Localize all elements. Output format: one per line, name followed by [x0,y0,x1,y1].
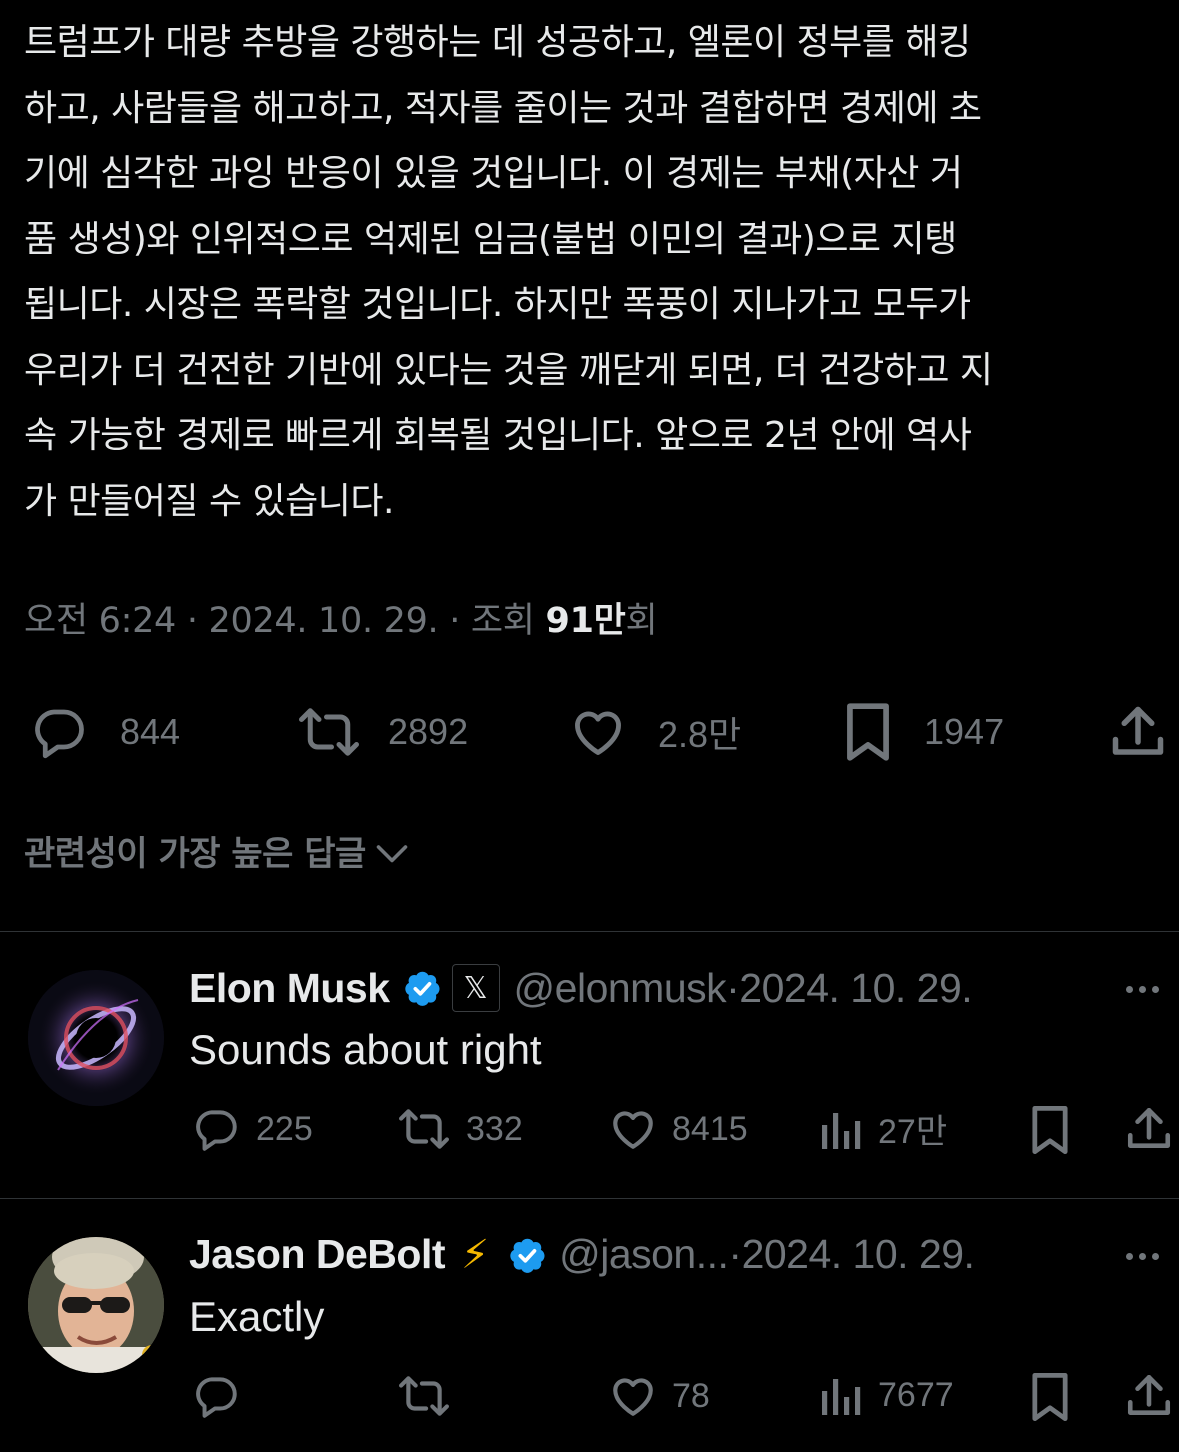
share-icon [1127,1107,1171,1148]
heart-icon [575,711,621,755]
tweet-text: 트럼프가 대량 추방을 강행하는 데 성공하고, 엘론이 정부를 해킹 하고, … [24,22,993,522]
author-name[interactable]: Elon Musk [189,965,390,1012]
bookmark-icon [1032,1372,1068,1422]
reply-count: 844 [120,711,181,752]
avatar[interactable] [28,1237,164,1373]
meta-separator: · [176,601,209,641]
share-button[interactable] [1108,700,1168,764]
views-chart-icon [822,1112,861,1149]
reply-count: 225 [256,1109,313,1148]
like-button[interactable]: 8415 [608,1104,748,1154]
retweet-icon [299,708,359,756]
tweet-meta: 오전 6:24 · 2024. 10. 29. · 조회 91만회 [24,596,658,646]
views-suffix: 회 [625,601,658,641]
views-button[interactable]: 7677 [820,1371,954,1419]
lightning-emoji: ⚡ [461,1231,490,1278]
more-options-icon[interactable] [1126,986,1159,993]
reply-sort-selector[interactable]: 관련성이 가장 높은 답글 [24,826,410,875]
tweet-time[interactable]: 오전 6:24 [24,601,176,641]
retweet-count: 2892 [388,711,469,752]
bookmark-button[interactable]: 1947 [842,700,1004,764]
reply-header: Jason DeBolt ⚡ @jason... · 2024. 10. 29. [189,1231,975,1278]
header-separator: · [726,964,740,1011]
like-count: 8415 [672,1109,748,1148]
retweet-icon [399,1109,449,1149]
verified-badge-icon [510,1238,545,1273]
reply-date[interactable]: 2024. 10. 29. [742,1231,975,1278]
retweet-button[interactable]: 332 [396,1104,523,1154]
reply-header: Elon Musk 𝕏 @elonmusk · 2024. 10. 29. [189,964,973,1012]
affiliate-badge[interactable]: 𝕏 [451,964,500,1012]
verified-badge-icon [404,971,440,1006]
reply-button[interactable]: 225 [190,1104,313,1154]
profile-photo [28,1237,164,1373]
avatar[interactable] [28,970,164,1106]
views-count[interactable]: 91만 [546,601,626,641]
heart-icon [613,1378,653,1416]
meta-separator: · [438,601,471,641]
retweet-button[interactable] [396,1371,466,1421]
tweet-action-bar: 844 2892 2.8만 1947 [0,700,1179,764]
reply-button[interactable]: 844 [28,700,180,764]
like-count: 2.8만 [658,714,742,755]
like-count: 78 [672,1376,710,1415]
views-prefix: 조회 [470,601,546,641]
like-button[interactable]: 2.8만 [568,700,741,764]
share-icon [1127,1374,1171,1415]
reply-date[interactable]: 2024. 10. 29. [739,965,972,1012]
reply-icon [35,709,84,759]
share-button[interactable] [1124,1104,1174,1154]
reply-item[interactable]: Jason DeBolt ⚡ @jason... · 2024. 10. 29.… [0,1199,1179,1452]
bookmark-button[interactable] [1028,1371,1072,1423]
black-hole-image [28,970,164,1106]
views-count: 27만 [878,1113,948,1151]
chevron-down-icon [376,844,408,862]
author-name[interactable]: Jason DeBolt [189,1231,446,1278]
reply-button[interactable] [190,1371,256,1421]
heart-icon [613,1111,653,1149]
reply-item[interactable]: Elon Musk 𝕏 @elonmusk · 2024. 10. 29. So… [0,932,1179,1198]
author-handle[interactable]: @jason... [559,1231,729,1278]
retweet-button[interactable]: 2892 [296,700,468,764]
retweet-icon [399,1376,449,1416]
views-button[interactable]: 27만 [820,1104,947,1153]
reply-icon [196,1377,237,1418]
reply-text: Exactly [189,1293,325,1340]
reply-text: Sounds about right [189,1026,542,1073]
share-button[interactable] [1124,1371,1174,1421]
more-options-icon[interactable] [1126,1253,1159,1260]
header-separator: · [728,1231,742,1277]
sort-label: 관련성이 가장 높은 답글 [24,834,366,874]
bookmark-count: 1947 [924,711,1005,752]
views-chart-icon [822,1379,861,1415]
bookmark-button[interactable] [1028,1104,1072,1156]
author-handle[interactable]: @elonmusk [514,965,727,1012]
like-button[interactable]: 78 [608,1371,710,1421]
bookmark-icon [847,703,889,761]
views-count: 7677 [878,1375,954,1414]
bookmark-icon [1032,1105,1068,1155]
reply-icon [196,1110,237,1151]
tweet-date[interactable]: 2024. 10. 29. [209,601,439,641]
share-icon [1112,706,1164,755]
retweet-count: 332 [466,1109,523,1148]
